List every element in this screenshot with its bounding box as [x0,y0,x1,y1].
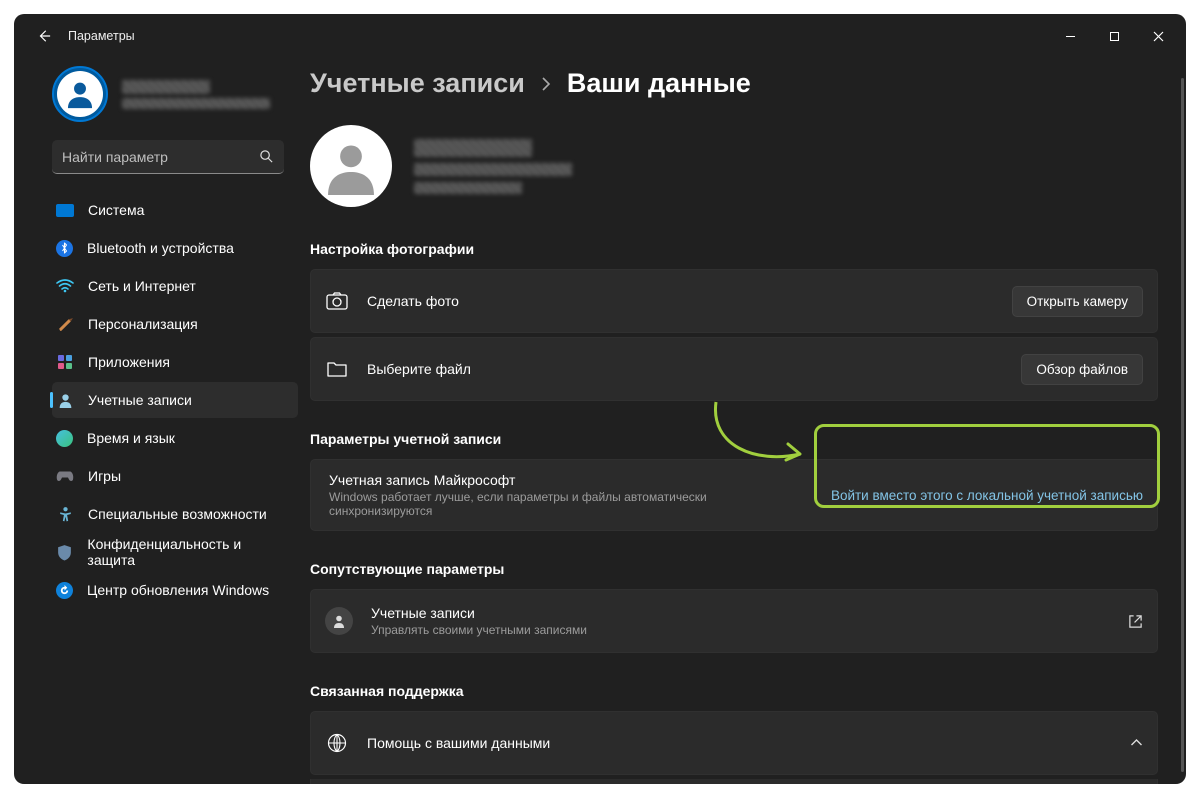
profile-name-block [414,139,572,194]
close-button[interactable] [1136,21,1180,51]
card-title: Помощь с вашими данными [367,735,1112,751]
maximize-button[interactable] [1092,21,1136,51]
section-support-heading: Связанная поддержка [310,683,1158,699]
person-icon [56,391,74,409]
nav-accessibility[interactable]: Специальные возможности [52,496,298,532]
window-controls [1048,21,1180,51]
arrow-left-icon [37,29,51,43]
profile-header [310,125,1158,207]
section-photo-heading: Настройка фотографии [310,241,1158,257]
user-block[interactable] [14,58,298,136]
nav-label: Конфиденциальность и защита [87,536,286,568]
nav-label: Персонализация [88,316,198,332]
person-small-icon [325,607,353,635]
accessibility-icon [56,505,74,523]
section-related-heading: Сопутствующие параметры [310,561,1158,577]
minimize-icon [1065,31,1076,42]
display-icon [56,204,74,217]
nav-label: Система [88,202,144,218]
nav-label: Время и язык [87,430,175,446]
search-input[interactable] [62,149,259,165]
nav-windows-update[interactable]: Центр обновления Windows [52,572,298,608]
browse-files-button[interactable]: Обзор файлов [1021,354,1143,385]
scrollbar[interactable] [1181,78,1184,772]
globe-icon [325,731,349,755]
nav-personalization[interactable]: Персонализация [52,306,298,342]
nav-list: Система Bluetooth и устройства Сеть и Ин… [14,192,298,608]
profile-avatar [310,125,392,207]
shield-icon [56,543,73,561]
user-avatar [52,66,108,122]
card-ms-account: Учетная запись Майкрософт Windows работа… [310,459,1158,531]
brush-icon [56,315,74,333]
folder-icon [325,357,349,381]
settings-window: Параметры [14,14,1186,784]
breadcrumb-parent[interactable]: Учетные записи [310,68,525,99]
maximize-icon [1109,31,1120,42]
nav-bluetooth[interactable]: Bluetooth и устройства [52,230,298,266]
person-icon [63,77,97,111]
nav-apps[interactable]: Приложения [52,344,298,380]
nav-network[interactable]: Сеть и Интернет [52,268,298,304]
card-choose-file: Выберите файл Обзор файлов [310,337,1158,401]
open-external-icon [1128,614,1143,629]
nav-label: Сеть и Интернет [88,278,196,294]
breadcrumb: Учетные записи Ваши данные [310,68,1158,99]
search-box[interactable] [52,140,284,174]
search-icon [259,149,274,164]
minimize-button[interactable] [1048,21,1092,51]
card-help[interactable]: Помощь с вашими данными [310,711,1158,775]
nav-label: Учетные записи [88,392,192,408]
nav-label: Bluetooth и устройства [87,240,234,256]
chevron-up-icon [1130,739,1143,747]
card-title: Сделать фото [367,293,994,309]
back-button[interactable] [30,22,58,50]
person-icon [322,137,380,195]
nav-label: Специальные возможности [88,506,267,522]
nav-label: Центр обновления Windows [87,582,269,598]
main-content: Учетные записи Ваши данные [304,58,1186,784]
card-title: Учетные записи [371,605,1110,621]
breadcrumb-current: Ваши данные [567,68,751,99]
card-title: Выберите файл [367,361,1003,377]
card-subtitle: Windows работает лучше, если параметры и… [329,490,813,518]
close-icon [1153,31,1164,42]
local-account-link[interactable]: Войти вместо этого с локальной учетной з… [831,488,1143,503]
bluetooth-icon [56,240,73,257]
card-accounts[interactable]: Учетные записи Управлять своими учетными… [310,589,1158,653]
nav-system[interactable]: Система [52,192,298,228]
sidebar: Система Bluetooth и устройства Сеть и Ин… [14,58,304,784]
app-title: Параметры [68,29,135,43]
nav-accounts[interactable]: Учетные записи [52,382,298,418]
apps-icon [56,353,74,371]
globe-clock-icon [56,430,73,447]
chevron-right-icon [541,77,551,91]
section-account-heading: Параметры учетной записи [310,431,1158,447]
nav-label: Игры [88,468,121,484]
titlebar: Параметры [14,14,1186,58]
open-camera-button[interactable]: Открыть камеру [1012,286,1143,317]
nav-time-language[interactable]: Время и язык [52,420,298,456]
card-title: Учетная запись Майкрософт [329,472,813,488]
gamepad-icon [56,467,74,485]
card-create-account[interactable]: Создание учетной записи Майкрософт [310,779,1158,784]
card-take-photo: Сделать фото Открыть камеру [310,269,1158,333]
nav-label: Приложения [88,354,170,370]
sync-icon [56,582,73,599]
card-subtitle: Управлять своими учетными записями [371,623,1110,637]
camera-icon [325,289,349,313]
nav-privacy[interactable]: Конфиденциальность и защита [52,534,298,570]
nav-gaming[interactable]: Игры [52,458,298,494]
wifi-icon [56,277,74,295]
user-name-block [122,80,270,109]
